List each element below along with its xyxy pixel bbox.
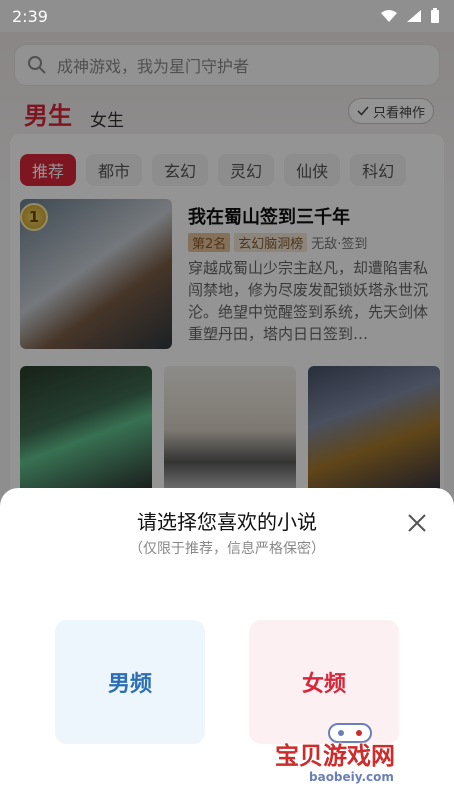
wifi-icon <box>381 10 397 22</box>
sheet-subtitle: （仅限于推荐，信息严格保密） <box>129 541 325 557</box>
watermark-text: 宝贝游戏网 <box>275 742 395 770</box>
status-bar: 2:39 <box>0 0 454 32</box>
watermark-logo: 宝贝游戏网 baobeiy.com <box>275 722 425 802</box>
sheet-title: 请选择您喜欢的小说 <box>137 510 317 534</box>
status-time: 2:39 <box>12 6 48 26</box>
status-icons <box>380 8 440 24</box>
watermark-url: baobeiy.com <box>309 770 394 784</box>
close-icon[interactable] <box>402 508 432 538</box>
signal-icon <box>407 10 421 22</box>
male-choice-button[interactable]: 男频 <box>55 620 205 744</box>
battery-icon <box>431 8 439 23</box>
